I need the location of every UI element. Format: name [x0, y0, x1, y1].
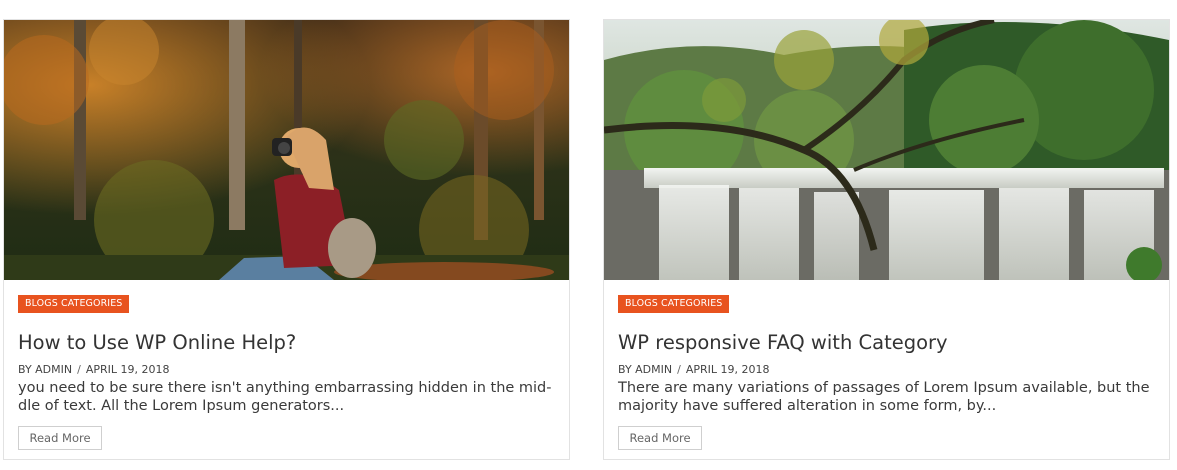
post-date: APRIL 19, 2018 [85, 363, 170, 376]
blog-post-grid: BLOGS CATEGORIES How to Use WP Online He… [0, 0, 1177, 470]
post-title[interactable]: How to Use WP Online Help? [18, 331, 296, 354]
waterfall-photo [604, 20, 1169, 280]
post-thumbnail-waterfall[interactable] [604, 20, 1169, 280]
blog-post-card: BLOGS CATEGORIES WP responsive FAQ with … [603, 19, 1170, 460]
post-meta: BY ADMIN / APRIL 19, 2018 [618, 363, 770, 376]
category-badge[interactable]: BLOGS CATEGORIES [618, 295, 730, 313]
read-more-button[interactable]: Read More [18, 426, 102, 450]
post-title[interactable]: WP responsive FAQ with Category [618, 331, 948, 354]
post-date: APRIL 19, 2018 [685, 363, 770, 376]
post-excerpt: There are many variations of passages of… [618, 380, 1150, 414]
meta-separator: / [77, 363, 81, 376]
read-more-button[interactable]: Read More [618, 426, 702, 450]
category-badge[interactable]: BLOGS CATEGORIES [18, 295, 130, 313]
post-meta: BY ADMIN / APRIL 19, 2018 [18, 363, 170, 376]
post-author[interactable]: BY ADMIN [618, 363, 672, 376]
post-thumbnail-forest-photographer[interactable] [4, 20, 569, 280]
post-author[interactable]: BY ADMIN [18, 363, 72, 376]
post-excerpt: you need to be sure there isn't anything… [18, 380, 552, 414]
blog-post-card: BLOGS CATEGORIES How to Use WP Online He… [3, 19, 570, 460]
forest-photographer-photo [4, 20, 569, 280]
meta-separator: / [677, 363, 681, 376]
